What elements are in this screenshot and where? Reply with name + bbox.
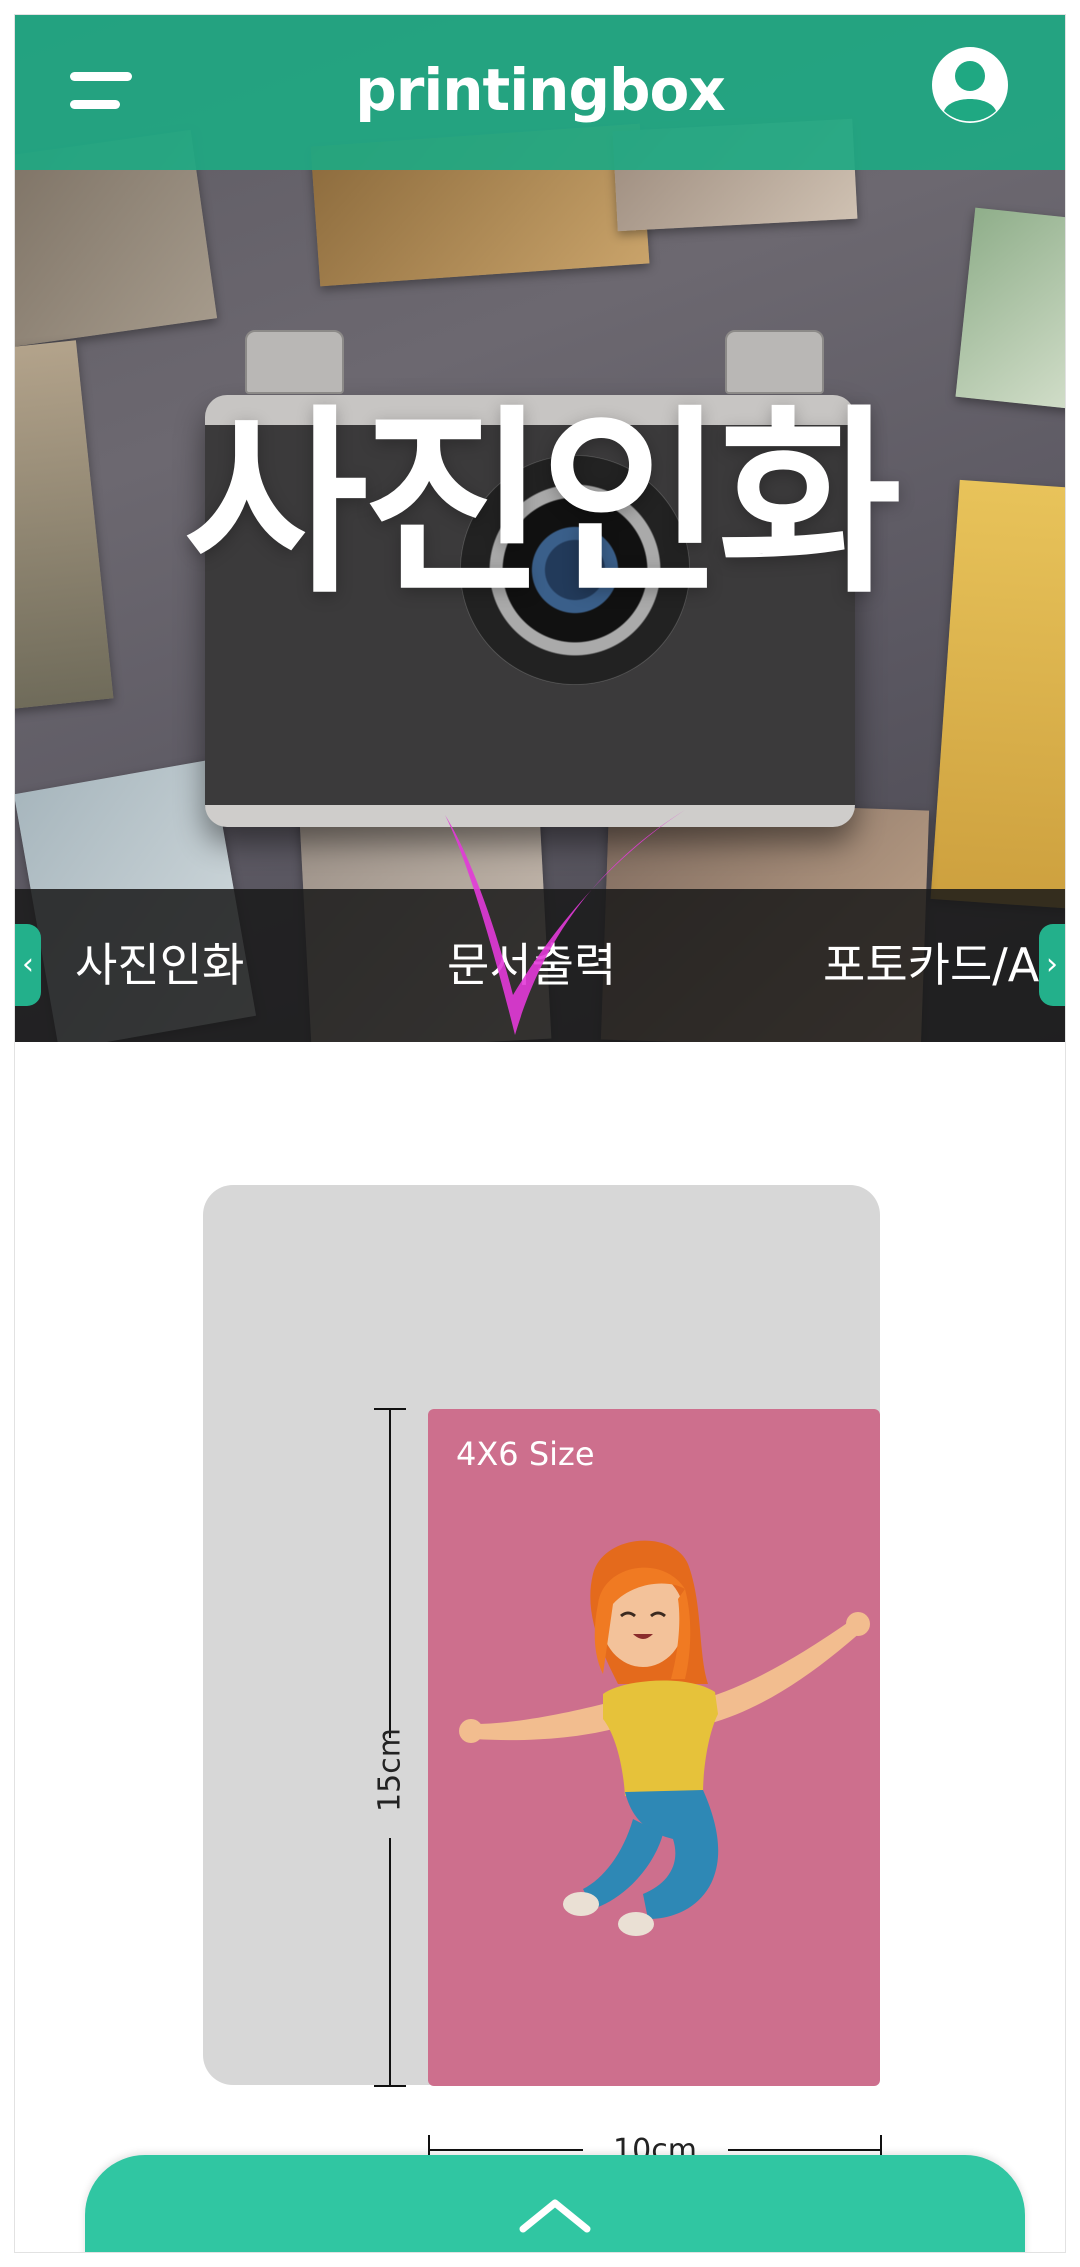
profile-button[interactable] <box>930 45 1010 125</box>
app-frame: 사진인화 printingbox ‹ 사진인화 문서출력 포토카드/A › 15… <box>15 15 1065 2252</box>
background-photo <box>955 207 1065 413</box>
jumping-girl-illustration <box>459 1540 870 1936</box>
category-nav: ‹ 사진인화 문서출력 포토카드/A › <box>15 889 1065 1042</box>
category-next-button[interactable]: › <box>1039 924 1065 1006</box>
size-label: 4X6 Size <box>456 1435 595 1473</box>
menu-icon <box>70 72 132 81</box>
top-app-bar: printingbox <box>15 15 1065 170</box>
photo-4x6-preview: 4X6 Size <box>428 1409 880 2086</box>
camera-dial <box>245 330 344 394</box>
chevron-left-icon: ‹ <box>22 947 34 982</box>
category-item-photocard[interactable]: 포토카드/A <box>823 889 1039 1042</box>
menu-button[interactable] <box>70 70 132 114</box>
camera-dial <box>725 330 824 394</box>
dimension-cap <box>374 2085 406 2087</box>
chevron-up-icon <box>519 2199 591 2233</box>
dimension-line <box>389 1408 391 1738</box>
hero-banner: 사진인화 printingbox ‹ 사진인화 문서출력 포토카드/A › <box>15 15 1065 1042</box>
user-profile-icon <box>932 47 1008 123</box>
hero-title: 사진인화 <box>183 388 902 621</box>
category-item-photo-print[interactable]: 사진인화 <box>75 889 244 1042</box>
app-logo: printingbox <box>355 56 725 124</box>
category-item-document-print[interactable]: 문서출력 <box>447 889 616 1042</box>
chevron-right-icon: › <box>1046 947 1058 982</box>
dimension-line <box>389 1838 391 2086</box>
bottom-sheet-handle[interactable] <box>85 2155 1025 2252</box>
height-label: 15cm <box>372 1728 408 1812</box>
category-prev-button[interactable]: ‹ <box>15 924 41 1006</box>
menu-icon <box>70 100 120 109</box>
